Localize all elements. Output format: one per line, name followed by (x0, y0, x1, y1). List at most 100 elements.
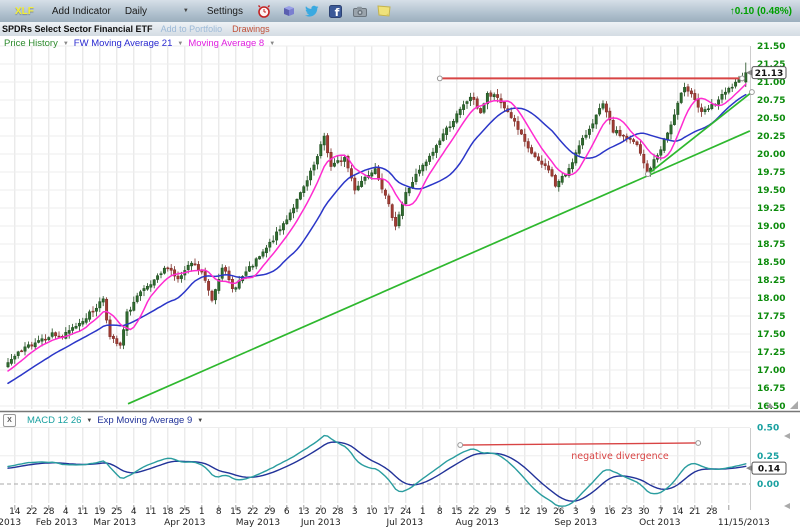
svg-text:22: 22 (468, 507, 479, 517)
chevron-down-icon: ▼ (197, 418, 203, 424)
svg-text:0.14: 0.14 (758, 465, 780, 475)
toolbar: XLF Add Indicator Daily ▼ Settings f (0, 0, 800, 23)
app-window: XLF Add Indicator Daily ▼ Settings f (0, 0, 800, 532)
svg-text:22: 22 (26, 507, 37, 517)
svg-text:14: 14 (9, 507, 21, 517)
svg-text:15: 15 (451, 507, 462, 517)
svg-text:28: 28 (706, 507, 718, 517)
svg-text:8: 8 (437, 507, 443, 517)
macd-header-row: X MACD 12 26 ▼ Exp Moving Average 9 ▼ (3, 414, 203, 427)
price-axis-labels: 21.5021.2521.0020.7520.5020.2520.0019.75… (757, 42, 785, 412)
settings-button[interactable]: Settings (207, 6, 243, 17)
svg-text:18.75: 18.75 (757, 240, 785, 250)
svg-text:17.75: 17.75 (757, 312, 785, 322)
svg-text:19: 19 (94, 507, 106, 517)
svg-text:8: 8 (216, 507, 222, 517)
drawing-handle[interactable] (740, 76, 745, 81)
svg-text:28: 28 (332, 507, 344, 517)
svg-text:14: 14 (672, 507, 684, 517)
svg-text:4: 4 (63, 507, 69, 517)
svg-text:28: 28 (43, 507, 55, 517)
svg-text:Feb 2013: Feb 2013 (36, 518, 78, 528)
drawings-link[interactable]: Drawings (232, 24, 270, 34)
svg-text:Oct 2013: Oct 2013 (639, 518, 680, 528)
macd-value-tag: 0.14 (746, 462, 786, 475)
svg-text:Mar 2013: Mar 2013 (93, 518, 136, 528)
svg-text:22: 22 (247, 507, 258, 517)
chevron-down-icon: ▼ (86, 418, 92, 424)
svg-text:18.50: 18.50 (757, 258, 785, 268)
camera-icon[interactable] (353, 4, 367, 18)
chevron-down-icon: ▼ (177, 41, 183, 47)
toolbar-icons: f (257, 4, 391, 18)
svg-text:21.00: 21.00 (757, 78, 785, 88)
svg-text:Jul 2013: Jul 2013 (385, 518, 423, 528)
svg-text:4: 4 (131, 507, 137, 517)
svg-text:3: 3 (573, 507, 579, 517)
svg-text:29: 29 (485, 507, 497, 517)
drawing-handle[interactable] (696, 441, 701, 446)
drawing-handle[interactable] (458, 443, 463, 448)
divergence-label: negative divergence (571, 451, 669, 462)
svg-text:25: 25 (179, 507, 190, 517)
close-indicator-button[interactable]: X (3, 414, 16, 427)
svg-text:19.00: 19.00 (757, 222, 785, 232)
svg-text:11: 11 (145, 507, 156, 517)
ma21-dropdown[interactable]: FW Moving Average 21 (74, 38, 173, 49)
chevron-down-icon: ▼ (269, 41, 275, 47)
svg-text:21: 21 (689, 507, 700, 517)
svg-text:18.25: 18.25 (757, 276, 785, 286)
period-value: Daily (125, 6, 147, 17)
chart-canvas: negative divergence21.5021.2521.0020.752… (0, 36, 800, 532)
instrument-name: SPDRs Select Sector Financial ETF (2, 24, 153, 34)
twitter-icon[interactable] (305, 4, 319, 18)
drawing-handle[interactable] (437, 76, 442, 81)
svg-text:20: 20 (315, 507, 327, 517)
svg-text:20.50: 20.50 (757, 114, 785, 124)
svg-text:26: 26 (553, 507, 565, 517)
add-indicator-button[interactable]: Add Indicator (52, 6, 111, 17)
svg-text:19.25: 19.25 (757, 204, 785, 214)
svg-text:Sep 2013: Sep 2013 (554, 518, 597, 528)
svg-text:13: 13 (298, 507, 309, 517)
svg-text:23: 23 (621, 507, 632, 517)
svg-text:2013: 2013 (0, 518, 21, 528)
svg-text:1: 1 (420, 507, 426, 517)
svg-text:18.00: 18.00 (757, 294, 785, 304)
svg-text:17.00: 17.00 (757, 366, 785, 376)
price-change: ↑0.10 (0.48%) (730, 6, 792, 17)
svg-text:Aug 2013: Aug 2013 (456, 518, 499, 528)
svg-text:1: 1 (199, 507, 205, 517)
period-dropdown[interactable]: Daily ▼ (125, 6, 189, 17)
last-price-tag: 21.13 (746, 67, 786, 80)
svg-text:20.00: 20.00 (757, 150, 785, 160)
price-indicator-row: Price History ▼ FW Moving Average 21 ▼ M… (4, 38, 275, 49)
ma8-dropdown[interactable]: Moving Average 8 (188, 38, 264, 49)
chevron-down-icon: ▼ (183, 8, 189, 14)
svg-text:17.50: 17.50 (757, 330, 785, 340)
svg-text:15: 15 (230, 507, 241, 517)
ema9-dropdown[interactable]: Exp Moving Average 9 (97, 415, 192, 426)
svg-text:21.50: 21.50 (757, 42, 785, 52)
svg-text:19.75: 19.75 (757, 168, 785, 178)
add-to-portfolio-link[interactable]: Add to Portfolio (161, 24, 223, 34)
svg-text:20.25: 20.25 (757, 132, 785, 142)
svg-text:0.50: 0.50 (757, 424, 779, 434)
drawing-handle[interactable] (645, 172, 650, 177)
svg-text:19.50: 19.50 (757, 186, 785, 196)
cube-icon[interactable] (281, 4, 295, 18)
svg-text:25: 25 (111, 507, 122, 517)
svg-text:3: 3 (352, 507, 358, 517)
facebook-icon[interactable]: f (329, 4, 343, 18)
macd-dropdown[interactable]: MACD 12 26 (27, 415, 81, 426)
price-history-dropdown[interactable]: Price History (4, 38, 58, 49)
svg-text:17.25: 17.25 (757, 348, 785, 358)
svg-text:6: 6 (284, 507, 290, 517)
svg-text:29: 29 (264, 507, 276, 517)
drawing-handle[interactable] (750, 90, 755, 95)
alert-clock-icon[interactable] (257, 4, 271, 18)
note-icon[interactable] (377, 4, 391, 18)
svg-text:May 2013: May 2013 (236, 518, 280, 528)
svg-text:f: f (335, 6, 340, 18)
svg-text:Jun 2013: Jun 2013 (300, 518, 341, 528)
